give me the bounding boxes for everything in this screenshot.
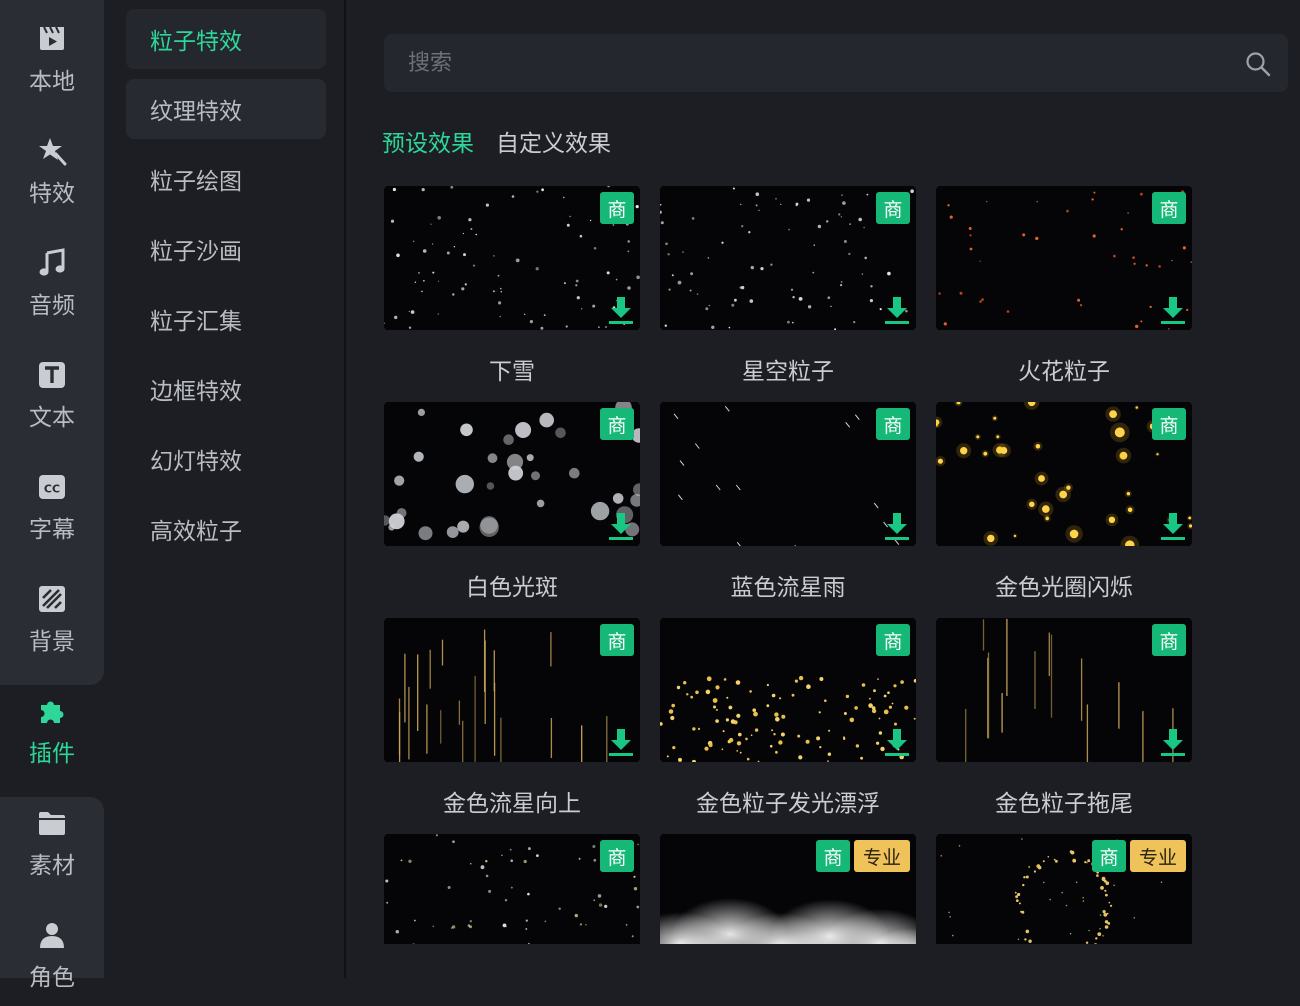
rail-item-label: 角色 bbox=[29, 965, 75, 991]
rail-item-material[interactable]: 素材 bbox=[0, 794, 104, 894]
effect-title: 火花粒子 bbox=[1018, 359, 1110, 385]
music-note-icon bbox=[39, 248, 65, 276]
download-icon[interactable] bbox=[1158, 294, 1188, 326]
rail-item-label: 背景 bbox=[29, 629, 75, 655]
download-icon[interactable] bbox=[606, 510, 636, 542]
commercial-badge: 商 bbox=[600, 624, 634, 656]
side-nav-rail: 本地特效音频文本 CC 字幕背景插件素材角色 bbox=[0, 0, 104, 991]
commercial-badge: 商 bbox=[600, 192, 634, 224]
tab-custom[interactable]: 自定义效果 bbox=[496, 124, 611, 164]
tab-preset[interactable]: 预设效果 bbox=[382, 124, 474, 164]
folder-icon bbox=[39, 812, 65, 835]
star-wand-icon bbox=[39, 138, 67, 166]
rail-item-label: 文本 bbox=[29, 405, 75, 431]
category-item[interactable]: 纹理特效 bbox=[126, 79, 326, 139]
effect-title: 蓝色流星雨 bbox=[730, 575, 846, 601]
commercial-badge: 商 bbox=[816, 840, 850, 872]
badge-group: 商专业 bbox=[1092, 840, 1186, 872]
category-item[interactable]: 边框特效 bbox=[126, 359, 326, 419]
commercial-badge: 商 bbox=[600, 408, 634, 440]
download-icon[interactable] bbox=[1158, 510, 1188, 542]
film-clapper-icon bbox=[40, 26, 64, 50]
badge-group: 商 bbox=[876, 192, 910, 224]
puzzle-icon bbox=[41, 701, 64, 723]
background-pattern-icon bbox=[39, 586, 65, 612]
text-t-icon bbox=[39, 362, 65, 388]
rail-item-label: 素材 bbox=[29, 853, 75, 879]
effect-title: 金色光圈闪烁 bbox=[995, 575, 1133, 601]
rail-item-label: 本地 bbox=[29, 69, 75, 95]
category-item[interactable]: 粒子绘图 bbox=[126, 149, 326, 209]
rail-item-audio[interactable]: 音频 bbox=[0, 234, 104, 334]
rail-item-subtitle[interactable]: CC 字幕 bbox=[0, 458, 104, 558]
search-input[interactable] bbox=[384, 34, 1224, 92]
cc-caption-icon: CC bbox=[39, 475, 65, 499]
rail-item-character[interactable]: 角色 bbox=[0, 906, 104, 1006]
panel-bottom-edge bbox=[346, 944, 1300, 978]
category-item[interactable]: 粒子汇集 bbox=[126, 289, 326, 349]
rail-item-local[interactable]: 本地 bbox=[0, 10, 104, 110]
category-item[interactable]: 幻灯特效 bbox=[126, 429, 326, 489]
effect-tabs: 预设效果 自定义效果 bbox=[382, 124, 633, 164]
download-icon[interactable] bbox=[882, 510, 912, 542]
effect-title: 星空粒子 bbox=[742, 359, 834, 385]
category-item[interactable]: 粒子沙画 bbox=[126, 219, 326, 279]
commercial-badge: 商 bbox=[1152, 408, 1186, 440]
badge-group: 商 bbox=[1152, 624, 1186, 656]
pro-badge: 专业 bbox=[1130, 840, 1186, 872]
effect-thumbnail[interactable]: 商 bbox=[384, 402, 640, 546]
badge-group: 商专业 bbox=[816, 840, 910, 872]
rail-item-background[interactable]: 背景 bbox=[0, 570, 104, 670]
effect-thumbnail[interactable]: 商 bbox=[384, 618, 640, 762]
commercial-badge: 商 bbox=[1152, 624, 1186, 656]
rail-item-plugin[interactable]: 插件 bbox=[0, 682, 104, 782]
pro-badge: 专业 bbox=[854, 840, 910, 872]
download-icon[interactable] bbox=[882, 294, 912, 326]
commercial-badge: 商 bbox=[1152, 192, 1186, 224]
effect-thumbnail[interactable]: 商 bbox=[660, 618, 916, 762]
effect-title: 白色光斑 bbox=[466, 575, 558, 601]
download-icon[interactable] bbox=[882, 726, 912, 758]
effect-title: 金色流星向上 bbox=[443, 791, 581, 817]
badge-group: 商 bbox=[600, 408, 634, 440]
search-bar bbox=[384, 34, 1288, 92]
commercial-badge: 商 bbox=[876, 408, 910, 440]
badge-group: 商 bbox=[1152, 408, 1186, 440]
download-icon[interactable] bbox=[606, 294, 636, 326]
badge-group: 商 bbox=[876, 624, 910, 656]
commercial-badge: 商 bbox=[600, 840, 634, 872]
effects-panel: 预设效果 自定义效果 商下雪商星空粒子商火花粒子商白色光斑商蓝色流星雨商金色光圈… bbox=[346, 0, 1300, 978]
effect-thumbnail[interactable]: 商 bbox=[660, 402, 916, 546]
commercial-badge: 商 bbox=[876, 192, 910, 224]
effect-title: 金色粒子拖尾 bbox=[995, 791, 1133, 817]
download-icon[interactable] bbox=[1158, 726, 1188, 758]
rail-item-label: 字幕 bbox=[29, 517, 75, 543]
rail-item-effects[interactable]: 特效 bbox=[0, 122, 104, 222]
rail-item-label: 音频 bbox=[29, 293, 75, 319]
rail-item-label: 插件 bbox=[29, 741, 75, 767]
commercial-badge: 商 bbox=[876, 624, 910, 656]
svg-text:CC: CC bbox=[44, 483, 60, 496]
badge-group: 商 bbox=[600, 192, 634, 224]
category-list: 粒子特效纹理特效粒子绘图粒子沙画粒子汇集边框特效幻灯特效高效粒子 bbox=[104, 0, 344, 978]
effect-thumbnail[interactable]: 商 bbox=[660, 186, 916, 330]
download-icon[interactable] bbox=[606, 726, 636, 758]
category-item[interactable]: 高效粒子 bbox=[126, 499, 326, 559]
badge-group: 商 bbox=[1152, 192, 1186, 224]
rail-item-label: 特效 bbox=[29, 181, 75, 207]
effect-thumbnail[interactable]: 商 bbox=[936, 402, 1192, 546]
person-icon bbox=[40, 923, 64, 948]
effect-title: 下雪 bbox=[489, 359, 535, 385]
badge-group: 商 bbox=[600, 624, 634, 656]
category-item[interactable]: 粒子特效 bbox=[126, 9, 326, 69]
effect-thumbnail[interactable]: 商 bbox=[384, 186, 640, 330]
rail-item-text[interactable]: 文本 bbox=[0, 346, 104, 446]
badge-group: 商 bbox=[876, 408, 910, 440]
effect-thumbnail[interactable]: 商 bbox=[936, 186, 1192, 330]
search-icon[interactable] bbox=[1244, 50, 1272, 78]
commercial-badge: 商 bbox=[1092, 840, 1126, 872]
effect-thumbnail[interactable]: 商 bbox=[936, 618, 1192, 762]
effect-title: 金色粒子发光漂浮 bbox=[696, 791, 880, 817]
badge-group: 商 bbox=[600, 840, 634, 872]
